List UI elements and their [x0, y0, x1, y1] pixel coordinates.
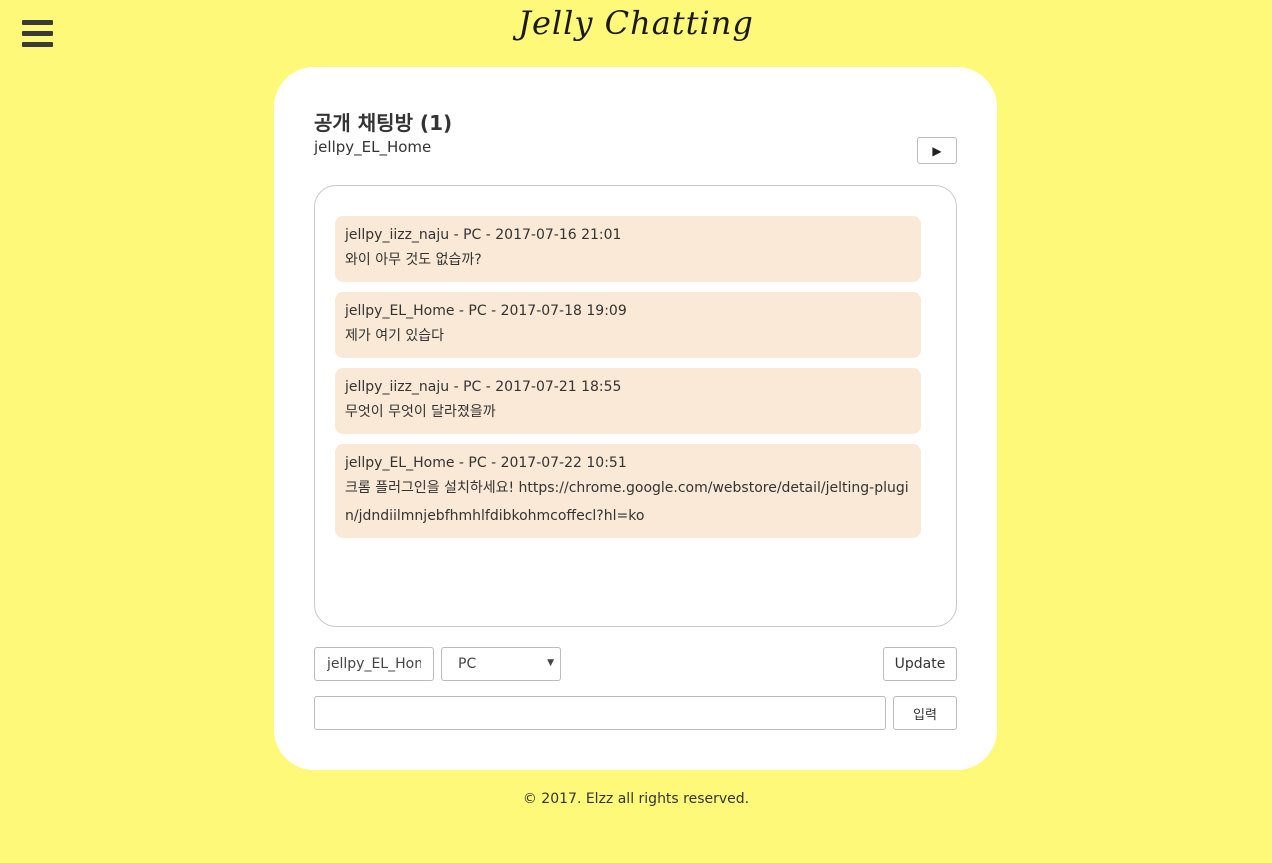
message-input[interactable]: [314, 696, 886, 730]
app-logo: Jelly Chatting: [518, 4, 754, 42]
message-text: 크롬 플러그인을 설치하세요! https://chrome.google.co…: [345, 480, 909, 524]
send-button[interactable]: 입력: [893, 696, 957, 730]
chat-message: jellpy_EL_Home - PC - 2017-07-18 19:09 제…: [335, 292, 921, 358]
chat-message-list[interactable]: jellpy_iizz_naju - PC - 2017-07-16 21:01…: [314, 185, 957, 627]
chat-message: jellpy_iizz_naju - PC - 2017-07-21 18:55…: [335, 368, 921, 434]
nickname-input[interactable]: [314, 647, 434, 681]
update-button[interactable]: Update: [883, 647, 957, 681]
message-meta: jellpy_EL_Home - PC - 2017-07-18 19:09: [345, 303, 627, 319]
current-user-name: jellpy_EL_Home: [314, 138, 432, 156]
message-text: 와이 아무 것도 없습까?: [345, 252, 482, 268]
chat-card: 공개 채팅방 (1) jellpy_EL_Home ▶ jellpy_iizz_…: [274, 67, 997, 770]
play-button[interactable]: ▶: [917, 137, 957, 164]
message-meta: jellpy_EL_Home - PC - 2017-07-22 10:51: [345, 455, 627, 471]
footer-copyright: © 2017. Elzz all rights reserved.: [522, 791, 750, 807]
room-title: 공개 채팅방 (1): [314, 111, 453, 135]
chat-message: jellpy_EL_Home - PC - 2017-07-22 10:51 크…: [335, 444, 921, 538]
message-text: 제가 여기 있습다: [345, 328, 445, 344]
message-text: 무엇이 무엇이 달라졌을까: [345, 404, 496, 420]
device-selected-value: PC: [458, 656, 477, 672]
chat-message: jellpy_iizz_naju - PC - 2017-07-16 21:01…: [335, 216, 921, 282]
play-icon: ▶: [932, 143, 942, 158]
message-meta: jellpy_iizz_naju - PC - 2017-07-16 21:01: [345, 227, 622, 243]
message-meta: jellpy_iizz_naju - PC - 2017-07-21 18:55: [345, 379, 622, 395]
device-select[interactable]: PC ▼: [441, 647, 561, 681]
chevron-down-icon: ▼: [547, 658, 554, 668]
menu-bar: [22, 42, 53, 47]
